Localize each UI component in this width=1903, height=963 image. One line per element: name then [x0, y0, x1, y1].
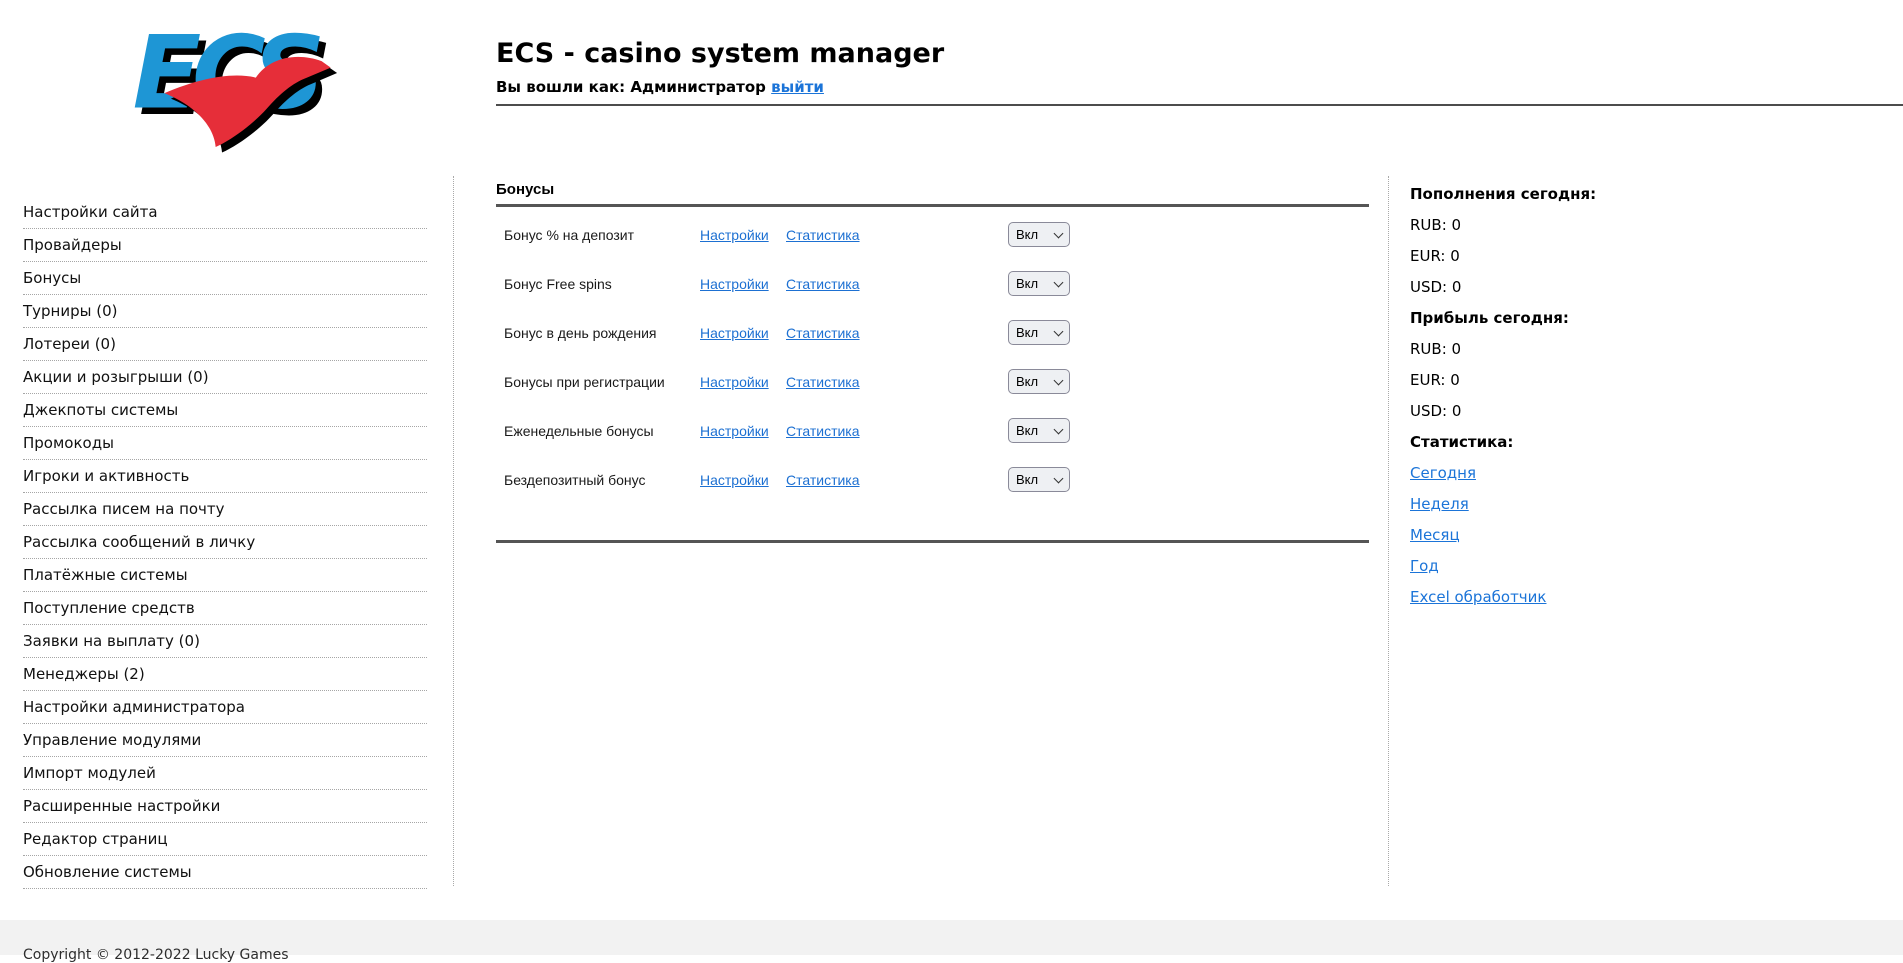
page-title: ECS - casino system manager	[496, 38, 944, 69]
sidebar-item-incoming-funds[interactable]: Поступление средств	[23, 592, 427, 625]
section-bottom-rule	[496, 540, 1369, 543]
sidebar-item-lotteries[interactable]: Лотереи (0)	[23, 328, 427, 361]
bonus-state-select[interactable]: Вкл	[1008, 418, 1070, 443]
bonus-state-select[interactable]: Вкл	[1008, 467, 1070, 492]
currency-value: 0	[1452, 402, 1462, 420]
profit-eur: EUR: 0	[1410, 371, 1740, 390]
bonus-name: Бонусы при регистрации	[504, 374, 700, 390]
currency-label: USD:	[1410, 402, 1447, 420]
stats-excel-link[interactable]: Excel обработчик	[1410, 588, 1546, 606]
sidebar-item-players-activity[interactable]: Игроки и активность	[23, 460, 427, 493]
sidebar-item-tournaments[interactable]: Турниры (0)	[23, 295, 427, 328]
bonus-statistics-link[interactable]: Статистика	[786, 227, 1008, 243]
ecs-logo: ECS ECS	[128, 14, 338, 154]
bonus-row-birthday: Бонус в день рождения Настройки Статисти…	[496, 308, 1369, 357]
bonus-state-select[interactable]: Вкл	[1008, 369, 1070, 394]
bonus-row-deposit-percent: Бонус % на депозит Настройки Статистика …	[496, 210, 1369, 259]
deposit-rub: RUB: 0	[1410, 216, 1740, 235]
logout-link[interactable]: выйти	[771, 78, 824, 96]
ecs-logo-icon: ECS ECS	[128, 14, 338, 154]
bonus-statistics-link[interactable]: Статистика	[786, 423, 1008, 439]
statistics-title: Статистика:	[1410, 433, 1740, 452]
currency-value: 0	[1450, 371, 1460, 389]
sidebar-item-providers[interactable]: Провайдеры	[23, 229, 427, 262]
bonus-settings-link[interactable]: Настройки	[700, 276, 786, 292]
sidebar-item-admin-settings[interactable]: Настройки администратора	[23, 691, 427, 724]
profit-rub: RUB: 0	[1410, 340, 1740, 359]
profit-today-title: Прибыль сегодня:	[1410, 309, 1740, 328]
currency-value: 0	[1452, 216, 1462, 234]
deposit-usd: USD: 0	[1410, 278, 1740, 297]
sidebar-item-mail-newsletter[interactable]: Рассылка писем на почту	[23, 493, 427, 526]
sidebar-item-promocodes[interactable]: Промокоды	[23, 427, 427, 460]
currency-value: 0	[1450, 247, 1460, 265]
currency-label: USD:	[1410, 278, 1447, 296]
bonus-statistics-link[interactable]: Статистика	[786, 276, 1008, 292]
sidebar-item-system-update[interactable]: Обновление системы	[23, 856, 427, 889]
bonus-row-weekly: Еженедельные бонусы Настройки Статистика…	[496, 406, 1369, 455]
bonus-settings-link[interactable]: Настройки	[700, 227, 786, 243]
bonus-row-free-spins: Бонус Free spins Настройки Статистика Вк…	[496, 259, 1369, 308]
bonus-statistics-link[interactable]: Статистика	[786, 472, 1008, 488]
currency-label: EUR:	[1410, 247, 1445, 265]
sidebar-item-managers[interactable]: Менеджеры (2)	[23, 658, 427, 691]
sidebar-item-payout-requests[interactable]: Заявки на выплату (0)	[23, 625, 427, 658]
bonus-row-registration: Бонусы при регистрации Настройки Статист…	[496, 357, 1369, 406]
bonus-statistics-link[interactable]: Статистика	[786, 325, 1008, 341]
bonus-settings-link[interactable]: Настройки	[700, 374, 786, 390]
sidebar-item-module-management[interactable]: Управление модулями	[23, 724, 427, 757]
sidebar-item-payment-systems[interactable]: Платёжные системы	[23, 559, 427, 592]
sidebar-item-promotions[interactable]: Акции и розыгрыши (0)	[23, 361, 427, 394]
bonus-state-select[interactable]: Вкл	[1008, 271, 1070, 296]
bonus-settings-link[interactable]: Настройки	[700, 423, 786, 439]
sidebar-item-pm-newsletter[interactable]: Рассылка сообщений в личку	[23, 526, 427, 559]
login-status: Вы вошли как: Администратор выйти	[496, 78, 944, 96]
bonus-name: Бонус Free spins	[504, 276, 700, 292]
bonus-list: Бонус % на депозит Настройки Статистика …	[496, 210, 1369, 504]
bonus-name: Бонус % на депозит	[504, 227, 700, 243]
bonus-state-select[interactable]: Вкл	[1008, 320, 1070, 345]
currency-value: 0	[1452, 278, 1462, 296]
footer: Copyright © 2012-2022 Lucky Games	[0, 920, 1903, 955]
sidebar-item-page-editor[interactable]: Редактор страниц	[23, 823, 427, 856]
currency-label: RUB:	[1410, 340, 1447, 358]
bonus-row-no-deposit: Бездепозитный бонус Настройки Статистика…	[496, 455, 1369, 504]
deposits-today-title: Пополнения сегодня:	[1410, 185, 1740, 204]
bonus-name: Бонус в день рождения	[504, 325, 700, 341]
sidebar-main-divider	[453, 176, 454, 886]
login-status-text: Вы вошли как: Администратор	[496, 78, 766, 96]
stats-panel: Пополнения сегодня: RUB: 0 EUR: 0 USD: 0…	[1410, 185, 1740, 619]
sidebar-item-site-settings[interactable]: Настройки сайта	[23, 196, 427, 229]
bonus-settings-link[interactable]: Настройки	[700, 472, 786, 488]
bonus-settings-link[interactable]: Настройки	[700, 325, 786, 341]
currency-label: EUR:	[1410, 371, 1445, 389]
sidebar-item-advanced-settings[interactable]: Расширенные настройки	[23, 790, 427, 823]
bonus-name: Еженедельные бонусы	[504, 423, 700, 439]
main-rightpanel-divider	[1388, 176, 1389, 886]
stats-week-link[interactable]: Неделя	[1410, 495, 1469, 513]
stats-year-link[interactable]: Год	[1410, 557, 1439, 575]
currency-label: RUB:	[1410, 216, 1447, 234]
copyright-text: Copyright © 2012-2022 Lucky Games	[23, 947, 289, 963]
currency-value: 0	[1452, 340, 1462, 358]
bonus-name: Бездепозитный бонус	[504, 472, 700, 488]
stats-today-link[interactable]: Сегодня	[1410, 464, 1476, 482]
profit-usd: USD: 0	[1410, 402, 1740, 421]
deposit-eur: EUR: 0	[1410, 247, 1740, 266]
sidebar-item-module-import[interactable]: Импорт модулей	[23, 757, 427, 790]
stats-month-link[interactable]: Месяц	[1410, 526, 1460, 544]
section-title-bonuses: Бонусы	[496, 181, 554, 198]
section-top-rule	[496, 204, 1369, 207]
bonus-statistics-link[interactable]: Статистика	[786, 374, 1008, 390]
header-divider	[496, 104, 1903, 106]
sidebar-item-bonuses[interactable]: Бонусы	[23, 262, 427, 295]
sidebar-item-jackpots[interactable]: Джекпоты системы	[23, 394, 427, 427]
bonus-state-select[interactable]: Вкл	[1008, 222, 1070, 247]
sidebar-menu: Настройки сайта Провайдеры Бонусы Турнир…	[23, 196, 427, 889]
